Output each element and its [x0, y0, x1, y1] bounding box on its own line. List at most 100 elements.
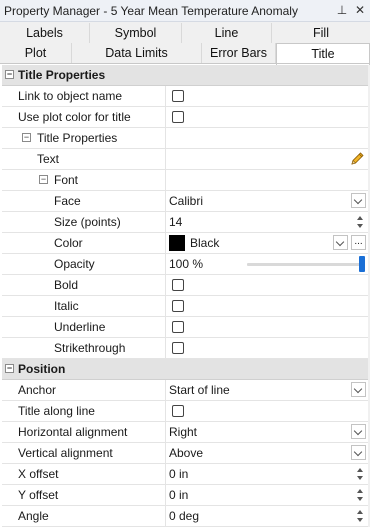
angle-stepper[interactable]: 0 deg [165, 506, 368, 526]
row-opacity[interactable]: Opacity 100 % [2, 254, 368, 275]
opacity-slider-track[interactable] [247, 263, 365, 266]
property-value [165, 317, 368, 337]
tab-data-limits[interactable]: Data Limits [72, 43, 202, 63]
row-link-to-object-name[interactable]: Link to object name [2, 86, 368, 107]
tab-symbol[interactable]: Symbol [90, 23, 182, 43]
opacity-value: 100 % [169, 257, 204, 271]
property-label: Title along line [18, 404, 95, 418]
row-italic[interactable]: Italic [2, 296, 368, 317]
chevron-down-icon[interactable] [351, 193, 366, 208]
bold-checkbox[interactable] [172, 279, 184, 291]
tab-title[interactable]: Title [276, 43, 370, 65]
property-value [165, 170, 368, 190]
arrow-up-icon[interactable] [357, 216, 363, 220]
chevron-down-icon[interactable] [351, 445, 366, 460]
horizontal-alignment-select[interactable]: Right [165, 422, 368, 442]
arrow-up-icon[interactable] [357, 489, 363, 493]
row-strikethrough[interactable]: Strikethrough [2, 338, 368, 359]
property-grid: − Title Properties Link to object name U… [2, 65, 368, 527]
title-along-line-checkbox[interactable] [172, 405, 184, 417]
subgroup-font[interactable]: − Font [2, 170, 368, 191]
pin-icon[interactable]: ⊥ [334, 2, 350, 18]
row-vertical-alignment[interactable]: Vertical alignment Above [2, 443, 368, 464]
row-text[interactable]: Text [2, 149, 368, 170]
face-value: Calibri [169, 194, 204, 208]
row-x-offset[interactable]: X offset 0 in [2, 464, 368, 485]
spin-buttons[interactable] [354, 507, 366, 525]
row-anchor[interactable]: Anchor Start of line [2, 380, 368, 401]
property-label: Y offset [18, 488, 59, 502]
x-offset-stepper[interactable]: 0 in [165, 464, 368, 484]
text-field[interactable] [165, 149, 368, 169]
property-label: Underline [54, 320, 106, 334]
property-value [165, 338, 368, 358]
use-plot-color-checkbox[interactable] [172, 111, 184, 123]
opacity-slider-thumb[interactable] [359, 256, 365, 272]
size-stepper[interactable]: 14 [165, 212, 368, 232]
property-label: Anchor [18, 383, 57, 397]
category-label: Title Properties [18, 68, 106, 82]
underline-checkbox[interactable] [172, 321, 184, 333]
category-title-properties[interactable]: − Title Properties [2, 65, 368, 86]
close-icon[interactable]: ✕ [352, 2, 368, 18]
spin-buttons[interactable] [354, 213, 366, 231]
spin-buttons[interactable] [354, 486, 366, 504]
property-value [165, 275, 368, 295]
tab-error-bars[interactable]: Error Bars [202, 43, 276, 63]
property-label: Link to object name [18, 89, 123, 103]
chevron-down-icon[interactable] [351, 424, 366, 439]
y-offset-stepper[interactable]: 0 in [165, 485, 368, 505]
color-value: Black [190, 236, 220, 250]
property-label: Strikethrough [54, 341, 126, 355]
vertical-alignment-select[interactable]: Above [165, 443, 368, 463]
row-face[interactable]: Face Calibri [2, 191, 368, 212]
title-bar: Property Manager - 5 Year Mean Temperatu… [0, 0, 370, 22]
chevron-down-icon[interactable] [351, 382, 366, 397]
tab-divider [0, 63, 370, 64]
property-label: Opacity [54, 257, 95, 271]
row-title-along-line[interactable]: Title along line [2, 401, 368, 422]
chevron-down-icon[interactable] [333, 235, 348, 250]
tab-labels[interactable]: Labels [0, 23, 90, 43]
row-horizontal-alignment[interactable]: Horizontal alignment Right [2, 422, 368, 443]
anchor-select[interactable]: Start of line [165, 380, 368, 400]
strikethrough-checkbox[interactable] [172, 342, 184, 354]
spin-buttons[interactable] [354, 465, 366, 483]
opacity-control[interactable]: 100 % [165, 254, 368, 274]
arrow-down-icon[interactable] [357, 224, 363, 228]
arrow-up-icon[interactable] [357, 510, 363, 514]
tab-fill[interactable]: Fill [272, 23, 370, 43]
pencil-icon[interactable] [349, 151, 365, 167]
row-angle[interactable]: Angle 0 deg [2, 506, 368, 527]
property-label: Size (points) [54, 215, 121, 229]
subgroup-title-properties[interactable]: − Title Properties [2, 128, 368, 149]
row-underline[interactable]: Underline [2, 317, 368, 338]
face-select[interactable]: Calibri [165, 191, 368, 211]
tab-plot[interactable]: Plot [0, 43, 72, 63]
link-to-object-name-checkbox[interactable] [172, 90, 184, 102]
row-use-plot-color[interactable]: Use plot color for title [2, 107, 368, 128]
arrow-up-icon[interactable] [357, 468, 363, 472]
arrow-down-icon[interactable] [357, 518, 363, 522]
collapse-icon[interactable]: − [5, 364, 14, 373]
row-bold[interactable]: Bold [2, 275, 368, 296]
category-position[interactable]: − Position [2, 359, 368, 380]
ellipsis-button[interactable]: ... [351, 235, 366, 250]
italic-checkbox[interactable] [172, 300, 184, 312]
property-label: Angle [18, 509, 49, 523]
collapse-icon[interactable]: − [22, 133, 31, 142]
color-select[interactable]: Black ... [165, 233, 368, 253]
property-label: Color [54, 236, 83, 250]
collapse-icon[interactable]: − [5, 70, 14, 79]
property-value [165, 107, 368, 127]
row-size[interactable]: Size (points) 14 [2, 212, 368, 233]
property-value [165, 86, 368, 106]
row-y-offset[interactable]: Y offset 0 in [2, 485, 368, 506]
arrow-down-icon[interactable] [357, 476, 363, 480]
tab-line[interactable]: Line [182, 23, 272, 43]
window-title: Property Manager - 5 Year Mean Temperatu… [4, 4, 298, 18]
x-offset-value: 0 in [169, 467, 189, 481]
arrow-down-icon[interactable] [357, 497, 363, 501]
row-color[interactable]: Color Black ... [2, 233, 368, 254]
collapse-icon[interactable]: − [39, 175, 48, 184]
